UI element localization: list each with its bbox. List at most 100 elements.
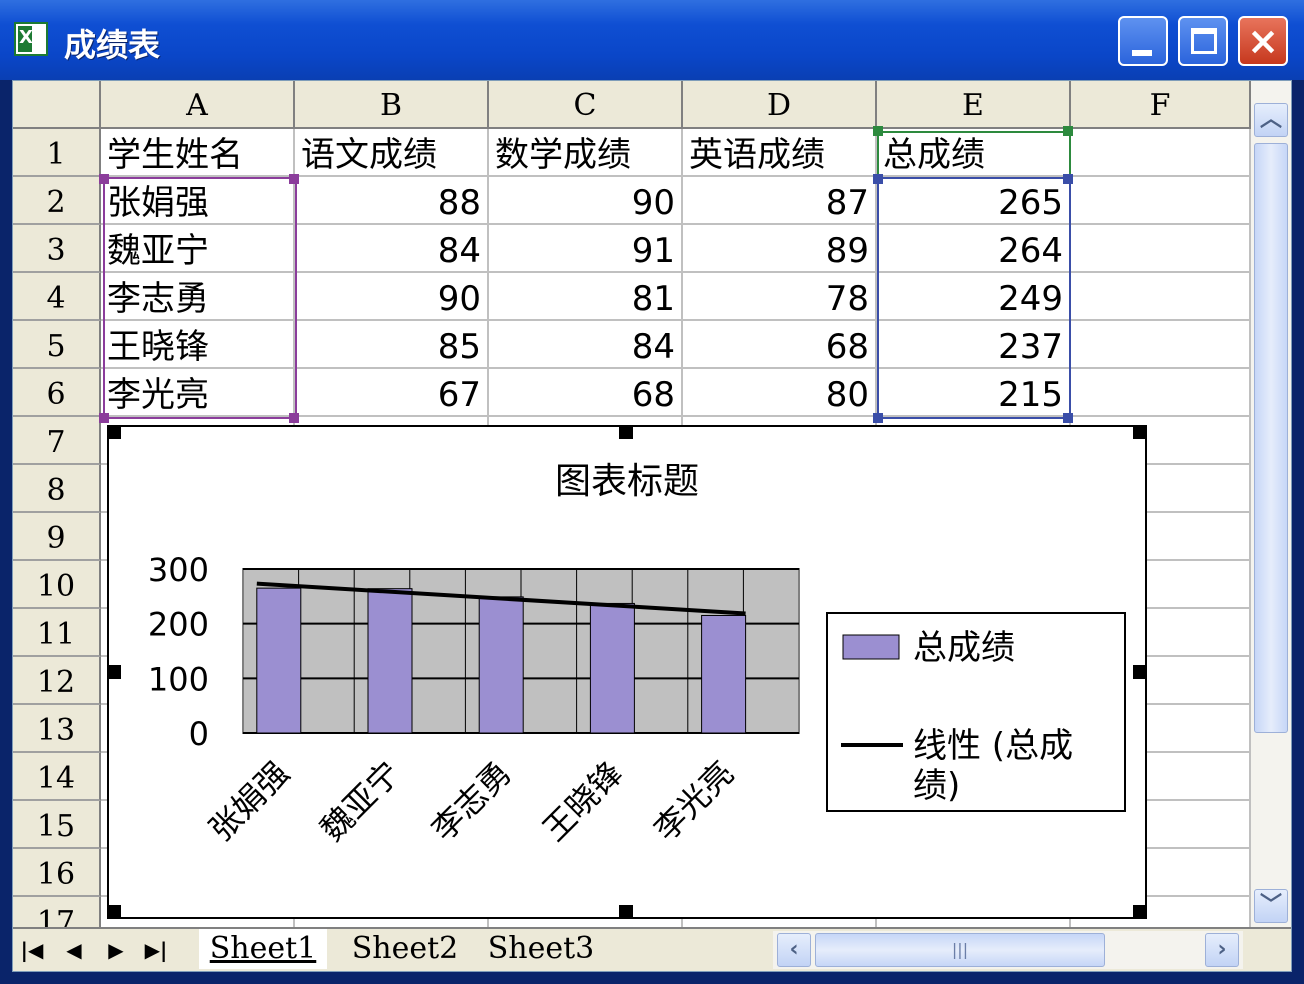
cell-c3[interactable]: 91 [489,225,683,273]
cell-b6[interactable]: 67 [295,369,489,417]
cell-f2[interactable] [1071,177,1251,225]
sel-handle[interactable] [873,413,883,423]
row-header-16[interactable]: 16 [13,849,101,897]
cell-d4[interactable]: 78 [683,273,877,321]
row-header-12[interactable]: 12 [13,657,101,705]
range-e2-e6-highlight [877,177,1071,419]
minimize-icon [1132,50,1152,56]
cell-c5[interactable]: 84 [489,321,683,369]
row-header-1[interactable]: 1 [13,129,101,177]
x-tick-label: 李志勇 [424,754,519,849]
chart-handle[interactable] [619,905,633,919]
cell-f3[interactable] [1071,225,1251,273]
row-header-11[interactable]: 11 [13,609,101,657]
sel-handle[interactable] [1063,126,1073,136]
scroll-right-button[interactable]: › [1205,933,1239,967]
close-icon: × [1247,19,1279,63]
cell-b1[interactable]: 语文成绩 [295,129,489,177]
cell-a1[interactable]: 学生姓名 [101,129,295,177]
title-bar[interactable]: 成绩表 × [0,0,1304,80]
sel-handle[interactable] [873,174,883,184]
sel-handle[interactable] [99,413,109,423]
row-header-15[interactable]: 15 [13,801,101,849]
sel-handle[interactable] [289,413,299,423]
next-sheet-button[interactable]: ▶ [101,935,131,965]
row-header-13[interactable]: 13 [13,705,101,753]
row-header-9[interactable]: 9 [13,513,101,561]
chart-handle[interactable] [1133,665,1147,679]
cell-d5[interactable]: 68 [683,321,877,369]
column-header-f[interactable]: F [1071,81,1251,129]
row-header-10[interactable]: 10 [13,561,101,609]
cell-f4[interactable] [1071,273,1251,321]
select-all-corner[interactable] [13,81,101,129]
legend-swatch-total [842,634,900,660]
legend-label-trend-line2: 绩) [913,766,960,806]
column-header-c[interactable]: C [489,81,683,129]
sel-handle[interactable] [1063,174,1073,184]
scroll-left-button[interactable]: ‹ [777,933,811,967]
cell-c1[interactable]: 数学成绩 [489,129,683,177]
cell-d2[interactable]: 87 [683,177,877,225]
first-sheet-button[interactable]: |◀ [17,935,47,965]
sel-handle[interactable] [1063,413,1073,423]
row-header-6[interactable]: 6 [13,369,101,417]
chart-handle[interactable] [619,425,633,439]
sel-handle[interactable] [873,126,883,136]
sel-handle[interactable] [99,174,109,184]
chart-handle[interactable] [107,905,121,919]
tab-sheet1[interactable]: Sheet1 [199,929,327,969]
column-header-e[interactable]: E [877,81,1071,129]
chart-handle[interactable] [1133,905,1147,919]
cell-d3[interactable]: 89 [683,225,877,273]
column-header-b[interactable]: B [295,81,489,129]
vertical-scrollbar[interactable]: ︿ ﹀ [1251,81,1291,927]
excel-app-icon[interactable] [14,22,48,56]
row-header-3[interactable]: 3 [13,225,101,273]
cell-f5[interactable] [1071,321,1251,369]
cell-b4[interactable]: 90 [295,273,489,321]
x-tick-label: 张娟强 [202,754,297,849]
row-header-8[interactable]: 8 [13,465,101,513]
row-header-14[interactable]: 14 [13,753,101,801]
cell-f6[interactable] [1071,369,1251,417]
maximize-button[interactable] [1178,16,1228,66]
chart-handle[interactable] [1133,425,1147,439]
chart-handle[interactable] [107,425,121,439]
cell-b3[interactable]: 84 [295,225,489,273]
row-header-2[interactable]: 2 [13,177,101,225]
cell-c2[interactable]: 90 [489,177,683,225]
cell-c6[interactable]: 68 [489,369,683,417]
chart-handle[interactable] [107,665,121,679]
row-header-5[interactable]: 5 [13,321,101,369]
cell-c4[interactable]: 81 [489,273,683,321]
last-sheet-button[interactable]: ▶| [141,935,171,965]
tab-sheet2[interactable]: Sheet2 [343,929,467,969]
chevron-up-icon: ︿ [1259,107,1282,132]
column-header-d[interactable]: D [683,81,877,129]
horizontal-scroll-thumb[interactable]: ||| [815,933,1105,967]
chart-svg: 图表标题 0 100 200 300 张娟强 魏亚宁 李志勇 王晓锋 李光亮 总成绩线性 (总成绩) [148,461,1126,849]
scroll-up-button[interactable]: ︿ [1254,103,1288,137]
sel-handle[interactable] [289,174,299,184]
scroll-down-button[interactable]: ﹀ [1254,889,1288,923]
tab-sheet3[interactable]: Sheet3 [479,929,603,969]
minimize-button[interactable] [1118,16,1168,66]
row-header-7[interactable]: 7 [13,417,101,465]
range-a2-a6-highlight [103,177,297,419]
column-header-a[interactable]: A [101,81,295,129]
cell-b5[interactable]: 85 [295,321,489,369]
horizontal-scrollbar[interactable]: ‹ ||| › [773,931,1243,969]
vertical-scroll-thumb[interactable] [1254,143,1288,733]
cell-b2[interactable]: 88 [295,177,489,225]
cell-f1[interactable] [1071,129,1251,177]
chevron-left-icon: ‹ [789,937,799,962]
row-header-4[interactable]: 4 [13,273,101,321]
worksheet-grid[interactable]: A B C D E F 1 2 3 4 5 6 7 8 9 10 11 12 13 14 15 16 17 学生姓名 语文成绩数… [12,80,1292,972]
embedded-chart[interactable]: 图表标题 0 100 200 300 张娟强 魏亚宁 李志勇 王晓锋 李光亮 总成绩 线性 (总成 绩) [107,425,1147,919]
cell-d6[interactable]: 80 [683,369,877,417]
cell-d1[interactable]: 英语成绩 [683,129,877,177]
x-tick-label: 魏亚宁 [313,754,408,849]
prev-sheet-button[interactable]: ◀ [59,935,89,965]
close-button[interactable]: × [1238,16,1288,66]
